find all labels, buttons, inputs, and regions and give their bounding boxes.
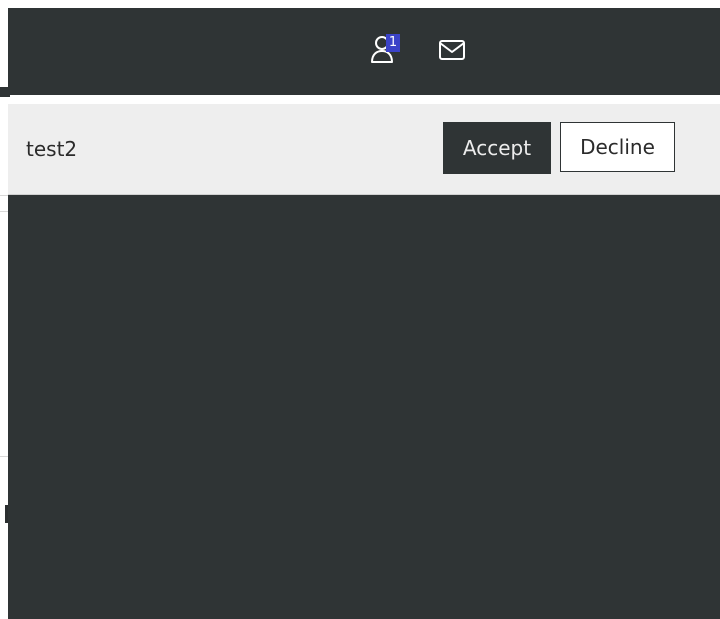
envelope-icon [439,39,465,65]
request-username: test2 [26,137,78,161]
app-frame: 1 test2 Accept Decline [0,0,720,619]
gutter-divider [0,195,8,196]
friend-requests-button[interactable]: 1 [364,32,404,72]
messages-button[interactable] [432,32,472,72]
top-bar-corner [0,87,10,97]
dropdown-content-area [8,195,720,619]
accept-button[interactable]: Accept [443,122,551,174]
friend-request-row: test2 Accept Decline [8,104,720,195]
decline-button[interactable]: Decline [560,122,675,172]
notification-badge: 1 [386,34,400,52]
gutter-divider [0,211,8,212]
gutter-divider [0,456,8,457]
top-bar: 1 [8,8,720,95]
